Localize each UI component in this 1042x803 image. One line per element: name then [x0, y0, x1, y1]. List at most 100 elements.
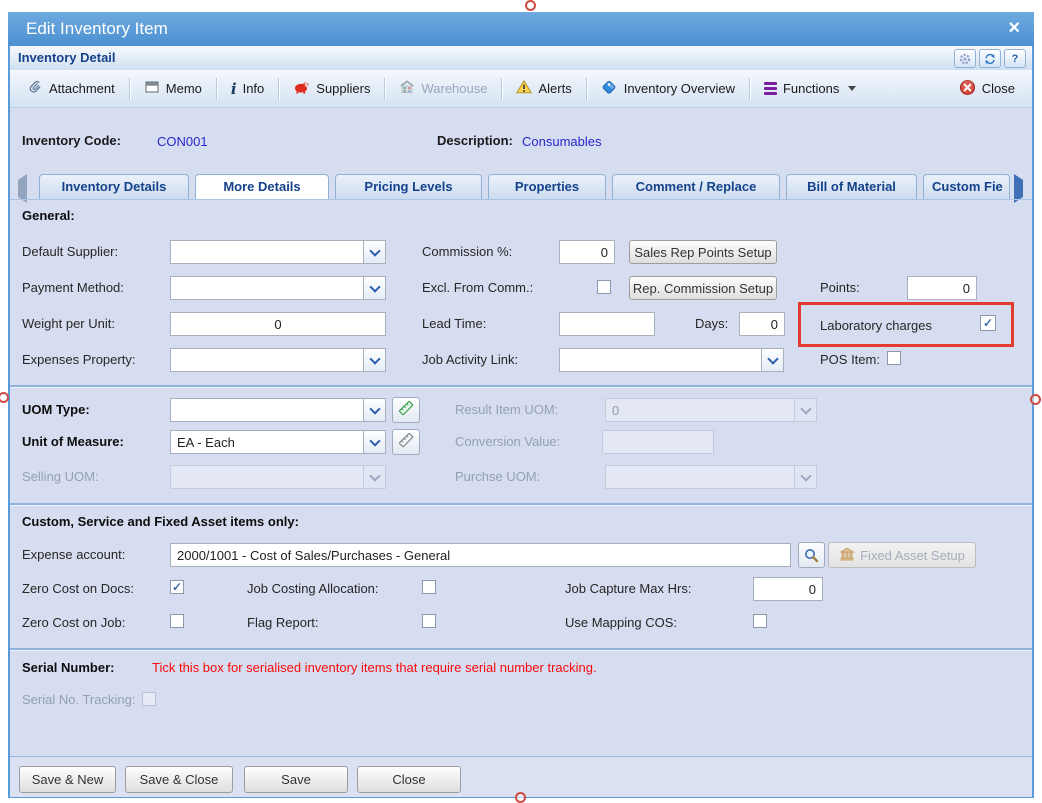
expense-account-input[interactable]: 2000/1001 - Cost of Sales/Purchases - Ge…	[170, 543, 791, 567]
annotation-circle-bottom	[515, 792, 526, 803]
job-capture-max-hrs-input[interactable]: 0	[753, 577, 823, 601]
sales-rep-points-setup-button[interactable]: Sales Rep Points Setup	[629, 240, 777, 264]
memo-icon	[144, 79, 160, 98]
chevron-down-icon	[369, 281, 380, 292]
uom-type-ruler-button[interactable]	[392, 397, 420, 423]
tab-scroll-right-icon[interactable]	[1014, 180, 1023, 198]
use-mapping-cos-checkbox[interactable]	[753, 614, 767, 628]
close-circle-icon	[959, 79, 976, 99]
section-divider	[10, 503, 1032, 505]
days-label: Days:	[695, 316, 728, 331]
unit-of-measure-ruler-button[interactable]	[392, 429, 420, 455]
tab-pricing-levels[interactable]: Pricing Levels	[335, 174, 482, 199]
refresh-icon[interactable]	[979, 49, 1001, 68]
chevron-down-icon	[369, 245, 380, 256]
expenses-property-select[interactable]	[170, 348, 386, 372]
panel-title: Inventory Detail	[18, 50, 116, 65]
functions-button[interactable]: Functions	[759, 77, 861, 100]
tab-inventory-details[interactable]: Inventory Details	[39, 174, 189, 199]
rep-commission-setup-button[interactable]: Rep. Commission Setup	[629, 276, 777, 300]
zero-cost-docs-checkbox[interactable]: ✓	[170, 580, 184, 594]
save-and-close-button[interactable]: Save & Close	[125, 766, 233, 793]
section-divider	[10, 385, 1032, 387]
days-input[interactable]: 0	[739, 312, 785, 336]
weight-per-unit-label: Weight per Unit:	[22, 316, 115, 331]
alerts-button[interactable]: Alerts	[511, 75, 576, 102]
svg-text:$: $	[304, 82, 308, 89]
tab-bill-of-material[interactable]: Bill of Material	[786, 174, 917, 199]
toolbar-separator	[129, 78, 130, 100]
close-button[interactable]: Close	[954, 75, 1020, 103]
bank-icon	[839, 546, 855, 565]
points-input[interactable]: 0	[907, 276, 977, 300]
selling-uom-select	[170, 465, 386, 489]
inventory-overview-button[interactable]: Inventory Overview	[596, 75, 740, 102]
info-button[interactable]: i Info	[226, 76, 269, 102]
tab-custom-fields[interactable]: Custom Fie	[923, 174, 1010, 199]
result-item-uom-label: Result Item UOM:	[455, 402, 558, 417]
chevron-down-icon	[369, 470, 380, 481]
purchase-uom-select	[605, 465, 817, 489]
commission-input[interactable]: 0	[559, 240, 615, 264]
flag-report-checkbox[interactable]	[422, 614, 436, 628]
search-icon[interactable]	[798, 542, 825, 568]
tab-properties[interactable]: Properties	[488, 174, 606, 199]
panel-tools: ?	[954, 49, 1026, 68]
fixed-asset-setup-button: Fixed Asset Setup	[828, 542, 976, 568]
help-icon[interactable]: ?	[1004, 49, 1026, 68]
uom-type-select[interactable]	[170, 398, 386, 422]
save-button[interactable]: Save	[244, 766, 348, 793]
payment-method-label: Payment Method:	[22, 280, 124, 295]
weight-per-unit-input[interactable]: 0	[170, 312, 386, 336]
default-supplier-label: Default Supplier:	[22, 244, 118, 259]
close-label: Close	[982, 81, 1015, 96]
unit-of-measure-select[interactable]: EA - Each	[170, 430, 386, 454]
warehouse-button: Warehouse	[394, 75, 492, 102]
menu-bars-icon	[764, 81, 777, 96]
default-supplier-select[interactable]	[170, 240, 386, 264]
info-icon: i	[231, 80, 237, 98]
lead-time-input[interactable]	[559, 312, 655, 336]
pos-item-checkbox[interactable]	[887, 351, 901, 365]
tag-icon	[601, 79, 618, 98]
tab-comment-replace[interactable]: Comment / Replace	[612, 174, 780, 199]
expenses-property-label: Expenses Property:	[22, 352, 135, 367]
suppliers-button[interactable]: $ Suppliers	[288, 75, 375, 102]
custom-section-heading: Custom, Service and Fixed Asset items on…	[22, 514, 299, 529]
attachment-button[interactable]: Attachment	[22, 75, 120, 102]
commission-label: Commission %:	[422, 244, 512, 259]
expense-account-label: Expense account:	[22, 547, 125, 562]
chevron-down-icon	[369, 403, 380, 414]
inventory-overview-label: Inventory Overview	[624, 81, 735, 96]
job-activity-link-select[interactable]	[559, 348, 784, 372]
zero-cost-job-checkbox[interactable]	[170, 614, 184, 628]
suppliers-label: Suppliers	[316, 81, 370, 96]
chevron-down-icon	[800, 403, 811, 414]
save-and-new-button[interactable]: Save & New	[19, 766, 116, 793]
tabstrip-baseline	[10, 199, 1032, 200]
payment-method-select[interactable]	[170, 276, 386, 300]
lead-time-label: Lead Time:	[422, 316, 486, 331]
description-label: Description:	[437, 133, 513, 148]
inventory-code-value: CON001	[157, 134, 208, 149]
excl-from-comm-checkbox[interactable]	[597, 280, 611, 294]
edit-inventory-item-dialog: Edit Inventory Item × Inventory Detail ?…	[8, 12, 1034, 798]
tab-more-details[interactable]: More Details	[195, 174, 329, 199]
toolbar-separator	[501, 78, 502, 100]
dialog-title: Edit Inventory Item	[26, 19, 168, 39]
job-costing-allocation-checkbox[interactable]	[422, 580, 436, 594]
info-label: Info	[243, 81, 265, 96]
tab-scroll-left-icon[interactable]	[18, 180, 27, 198]
close-icon[interactable]: ×	[1008, 16, 1020, 40]
selling-uom-label: Selling UOM:	[22, 469, 99, 484]
unit-of-measure-label: Unit of Measure:	[22, 434, 124, 449]
warehouse-icon	[399, 79, 415, 98]
gear-icon[interactable]	[954, 49, 976, 68]
chevron-down-icon	[848, 86, 856, 91]
points-label: Points:	[820, 280, 860, 295]
alerts-label: Alerts	[538, 81, 571, 96]
memo-button[interactable]: Memo	[139, 75, 207, 102]
close-footer-button[interactable]: Close	[357, 766, 461, 793]
section-divider	[10, 648, 1032, 650]
panel-header: Inventory Detail ?	[10, 46, 1032, 71]
